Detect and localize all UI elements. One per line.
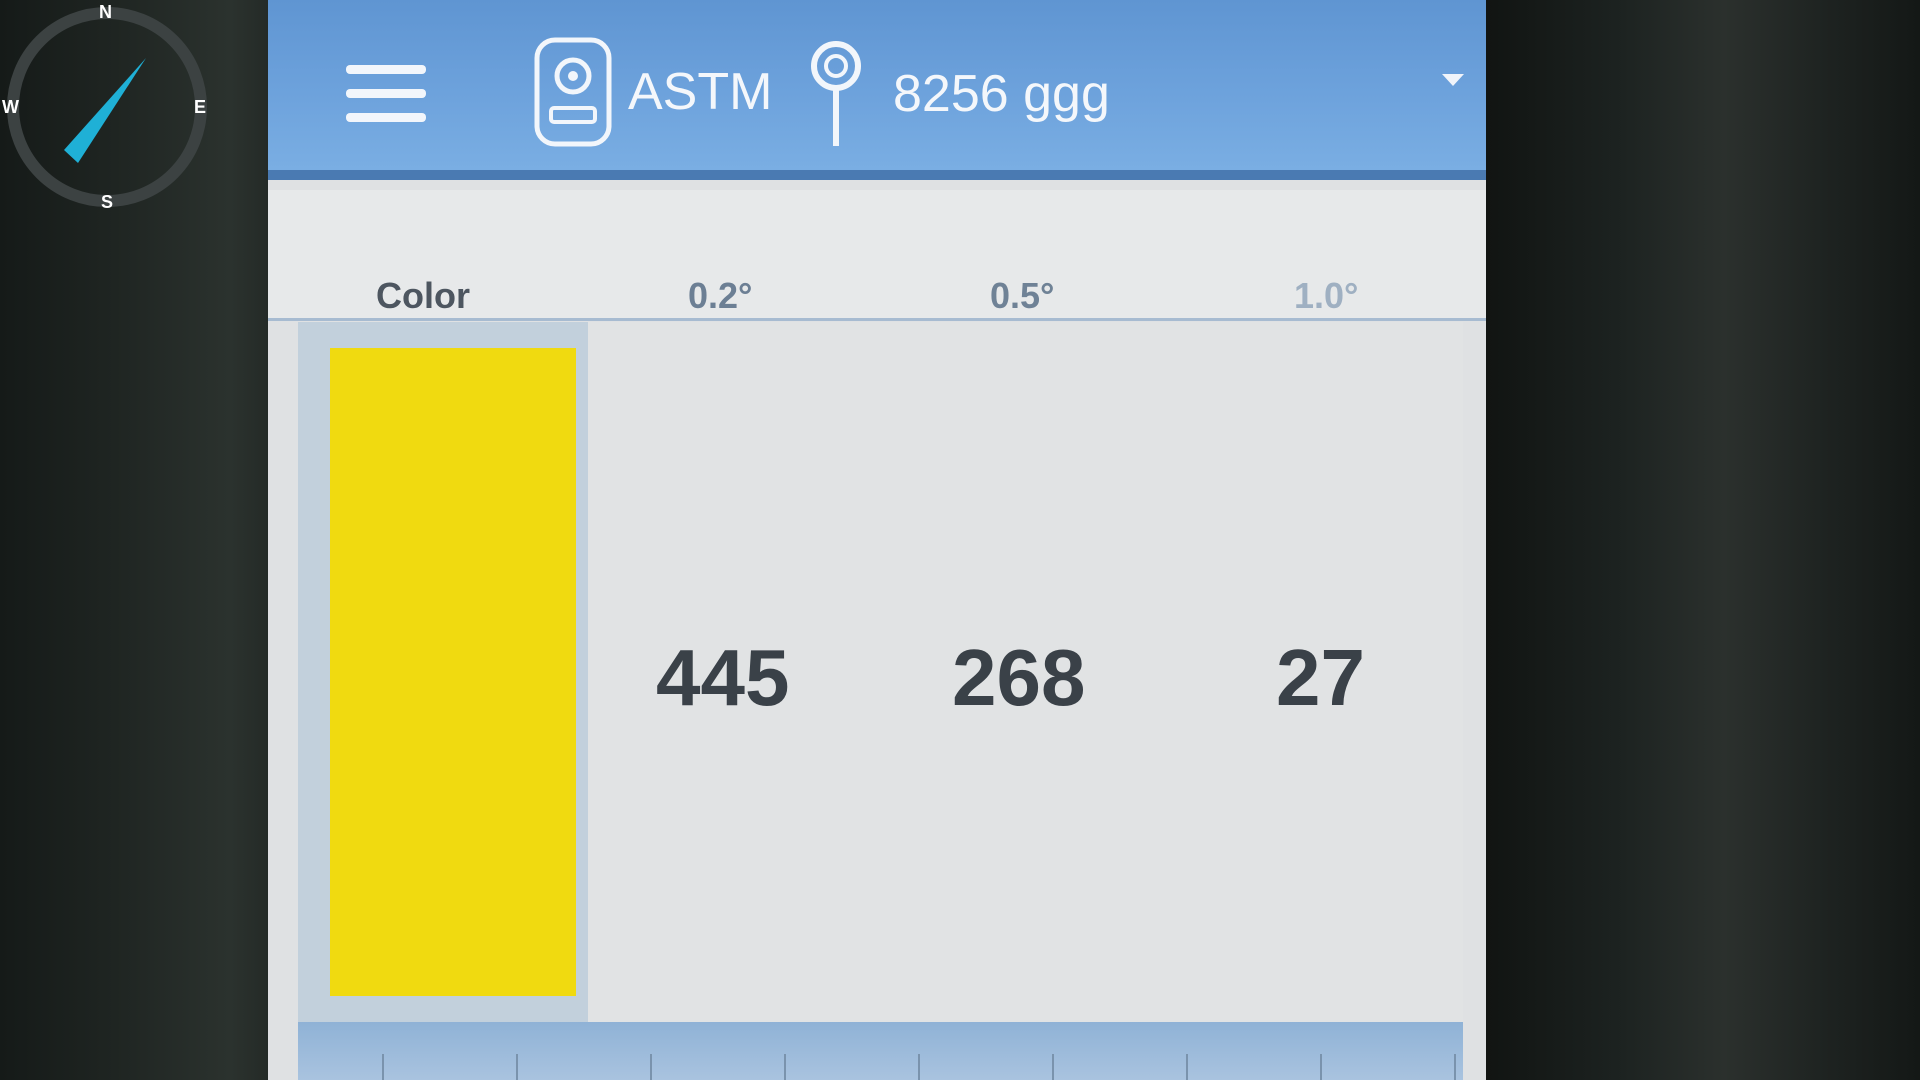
column-header-angle-2: 0.5° xyxy=(990,275,1055,316)
device-screen: ASTM 8256 ggg Color 0.2° 0.5° 1.0° 445 2… xyxy=(268,0,1486,1080)
chevron-down-icon[interactable] xyxy=(1442,74,1464,86)
color-cell xyxy=(298,322,588,1022)
device-standard-label[interactable]: ASTM xyxy=(628,62,772,122)
column-header-angle-1: 0.2° xyxy=(688,275,753,316)
column-header-color: Color xyxy=(376,275,470,316)
top-bar: ASTM 8256 ggg xyxy=(268,0,1486,180)
header-divider xyxy=(268,318,1486,321)
menu-icon[interactable] xyxy=(346,65,426,123)
location-pin-icon xyxy=(811,41,861,146)
bottom-strip xyxy=(298,1022,1463,1080)
compass-north-label: N xyxy=(99,2,112,22)
compass-icon xyxy=(7,7,207,207)
compass-widget: N S W E xyxy=(0,0,215,215)
column-header-angle-3: 1.0° xyxy=(1294,275,1359,316)
compass-east-label: E xyxy=(194,97,207,117)
compass-south-label: S xyxy=(101,192,114,212)
value-angle-3: 27 xyxy=(1276,633,1365,722)
value-angle-1: 445 xyxy=(656,633,790,722)
device-bezel xyxy=(1485,0,1920,1080)
compass-west-label: W xyxy=(2,97,19,117)
color-swatch xyxy=(330,348,576,996)
value-angle-2: 268 xyxy=(952,633,1086,722)
device-icon xyxy=(534,37,612,147)
location-label[interactable]: 8256 ggg xyxy=(893,64,1110,124)
